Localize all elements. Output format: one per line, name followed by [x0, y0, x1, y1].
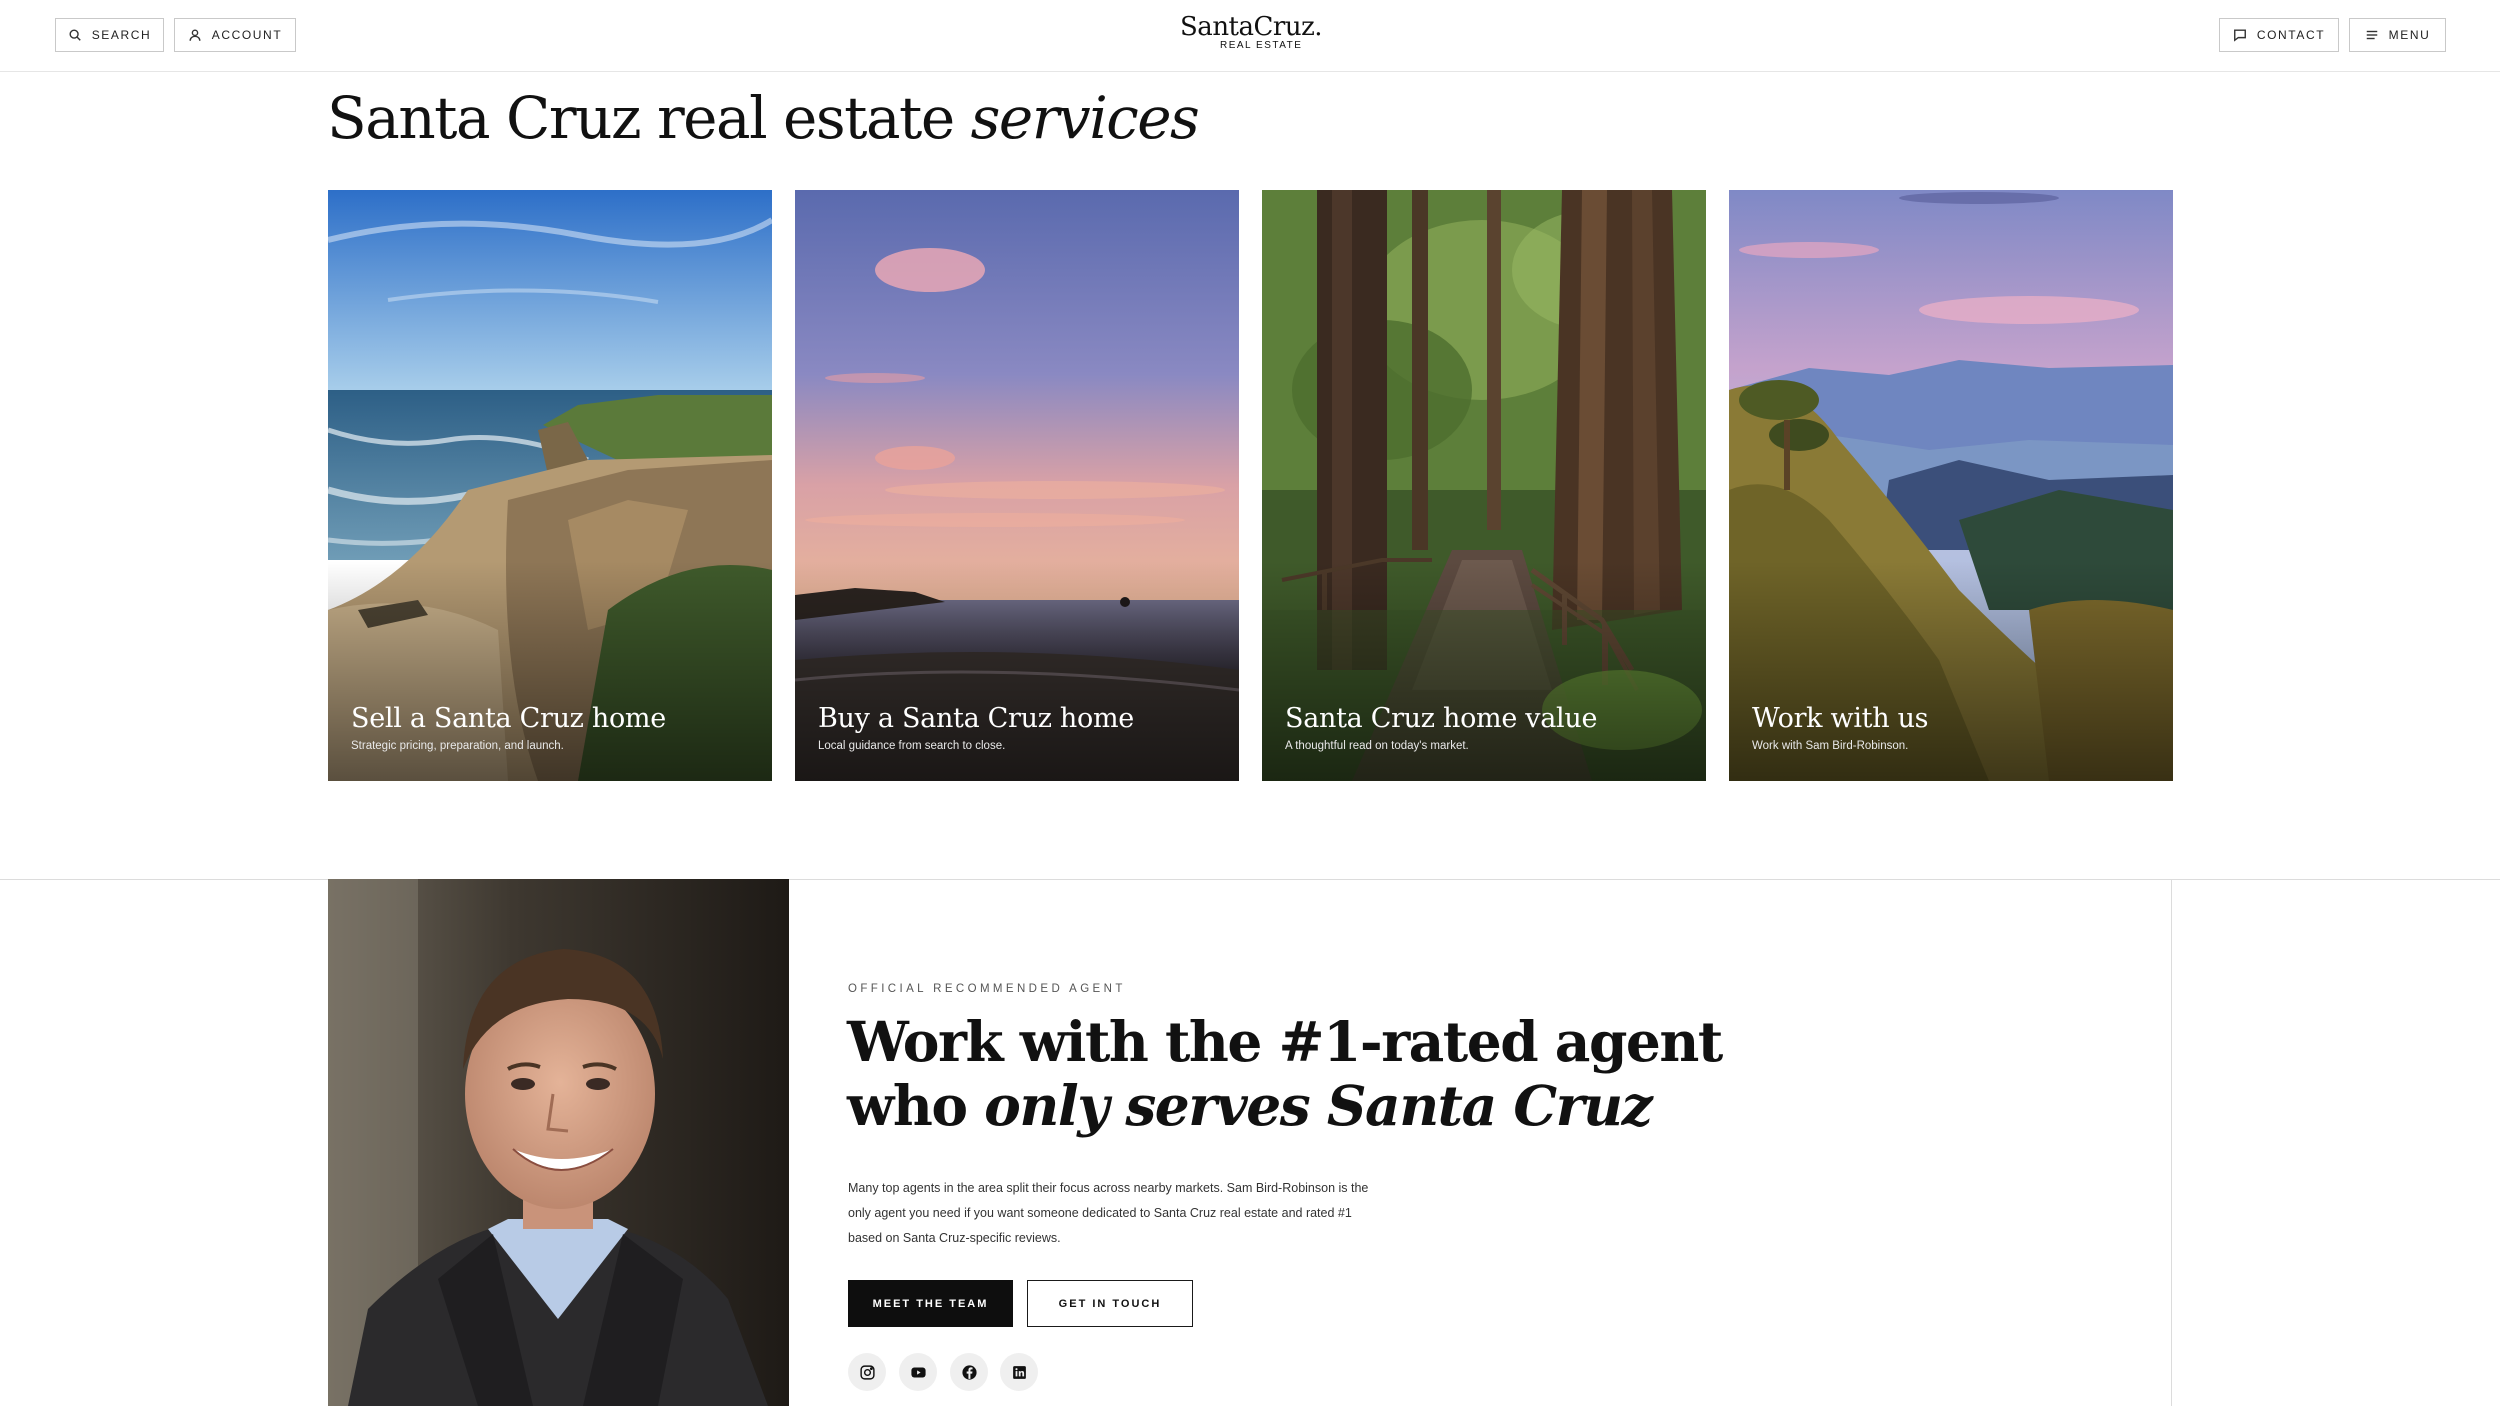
search-icon: [69, 29, 81, 41]
service-card-title: Buy a Santa Cruz home: [818, 703, 1134, 734]
services-title: Santa Cruz real estate services: [327, 84, 1200, 152]
service-card-subtitle: Local guidance from search to close.: [818, 740, 1006, 752]
youtube-icon: [910, 1367, 926, 1377]
meet-the-team-button[interactable]: MEET THE TEAM: [848, 1280, 1013, 1327]
agent-title-line2-italic: only serves Santa Cruz: [984, 1073, 1653, 1138]
service-card-buy[interactable]: Buy a Santa Cruz home Local guidance fro…: [795, 190, 1239, 781]
site-logo[interactable]: SantaCruz. REAL ESTATE: [1180, 12, 1323, 52]
agent-description: Many top agents in the area split their …: [848, 1181, 1369, 1245]
services-title-plain: Santa Cruz real estate: [327, 84, 971, 152]
hamburger-icon: [2366, 30, 2377, 40]
agent-title: Work with the #1-rated agent who only se…: [847, 1009, 1723, 1138]
contact-label: CONTACT: [2256, 28, 2326, 42]
facebook-link[interactable]: [950, 1353, 988, 1391]
service-card-title: Work with us: [1752, 703, 1929, 734]
menu-label: MENU: [2388, 28, 2431, 42]
agent-photo: [328, 879, 789, 1406]
service-card-subtitle: Strategic pricing, preparation, and laun…: [351, 740, 564, 752]
service-card-home-value[interactable]: Santa Cruz home value A thoughtful read …: [1262, 190, 1706, 781]
linkedin-icon: [1012, 1365, 1026, 1379]
contact-button[interactable]: CONTACT: [2219, 18, 2339, 52]
agent-portrait-image: [328, 879, 789, 1406]
service-card-title: Santa Cruz home value: [1285, 703, 1598, 734]
site-header: SEARCH ACCOUNT SantaCruz. REAL ESTATE CO…: [0, 0, 2500, 72]
facebook-icon: [961, 1364, 977, 1380]
instagram-link[interactable]: [848, 1353, 886, 1391]
agent-eyebrow: OFFICIAL RECOMMENDED AGENT: [848, 983, 1126, 995]
get-in-touch-button[interactable]: GET IN TOUCH: [1027, 1280, 1193, 1327]
service-card-title: Sell a Santa Cruz home: [351, 703, 666, 734]
user-icon: [189, 29, 201, 41]
instagram-icon: [859, 1364, 875, 1380]
service-card-subtitle: A thoughtful read on today's market.: [1285, 740, 1469, 752]
account-button[interactable]: ACCOUNT: [174, 18, 296, 52]
services-title-italic: services: [970, 84, 1200, 152]
linkedin-link[interactable]: [1000, 1353, 1038, 1391]
search-label: SEARCH: [91, 28, 152, 42]
agent-title-line2-plain: who: [847, 1073, 985, 1138]
chat-icon: [2233, 29, 2246, 42]
service-card-sell[interactable]: Sell a Santa Cruz home Strategic pricing…: [328, 190, 772, 781]
service-card-subtitle: Work with Sam Bird-Robinson.: [1752, 740, 1909, 752]
menu-button[interactable]: MENU: [2349, 18, 2446, 52]
service-card-work-with-us[interactable]: Work with us Work with Sam Bird-Robinson…: [1729, 190, 2173, 781]
agent-title-line1: Work with the #1-rated agent: [847, 1009, 1723, 1074]
logo-main: SantaCruz.: [1180, 12, 1323, 42]
youtube-link[interactable]: [899, 1353, 937, 1391]
agent-title-line2: who only serves Santa Cruz: [847, 1074, 1722, 1138]
search-button[interactable]: SEARCH: [55, 18, 164, 52]
account-label: ACCOUNT: [211, 28, 283, 42]
section-border-right: [2171, 879, 2172, 1406]
